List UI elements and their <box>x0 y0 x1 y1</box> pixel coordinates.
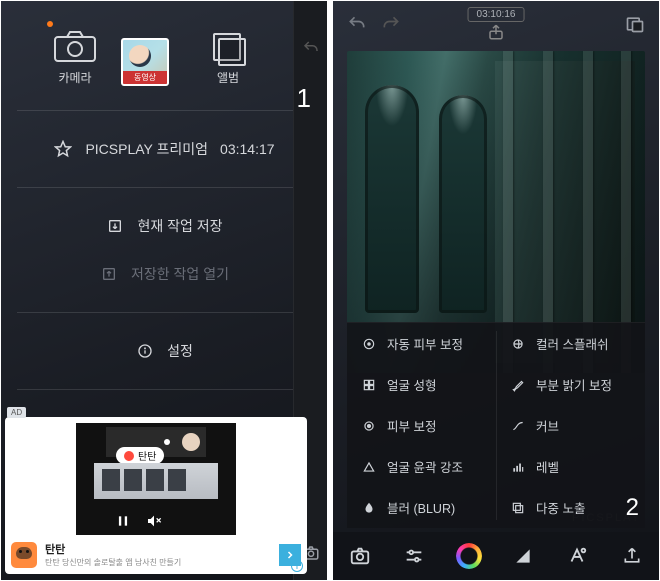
screen-editor: 03:10:16 PICSPLAY 자동 피부 보정 컬러 스플래쉬 얼굴 성형 <box>332 0 660 581</box>
ad-card[interactable]: AD 탄탄 탄탄 탄탄 당신만의 솔로탈출 앱 남사친 만들기 i <box>5 417 307 574</box>
curve-icon <box>510 418 526 434</box>
tool-label: 커브 <box>536 416 559 435</box>
tool-multi-exposure[interactable]: 다중 노출 <box>496 487 645 528</box>
info-icon <box>135 341 155 361</box>
open-work-label: 저장한 작업 열기 <box>131 264 229 284</box>
triangle-icon <box>361 459 377 475</box>
tool-blur[interactable]: 블러 (BLUR) <box>347 487 496 528</box>
tool-label: 레벨 <box>536 457 559 476</box>
share-icon[interactable] <box>487 23 505 41</box>
camera-icon <box>53 29 97 63</box>
bottom-color-ring-icon[interactable] <box>455 542 483 570</box>
tool-label: 부분 밝기 보정 <box>536 375 612 394</box>
bottom-camera-icon[interactable] <box>346 542 374 570</box>
settings-row[interactable]: 설정 <box>1 327 327 375</box>
tool-label: 얼굴 윤곽 강조 <box>387 457 463 476</box>
ad-app-icon <box>11 542 37 568</box>
premium-row[interactable]: PICSPLAY 프리미엄 03:14:17 <box>1 125 327 173</box>
tool-label: 다중 노출 <box>536 498 585 517</box>
annotation-2: 2 <box>626 494 639 522</box>
camera-label: 카메라 <box>47 69 103 86</box>
tool-label: 피부 보정 <box>387 416 436 435</box>
screen-menu: 카메라 동영상 앨범 1 PICSPLAY 프리미엄 03:14:17 현재 작… <box>0 0 328 581</box>
save-work-label: 현재 작업 저장 <box>137 216 222 236</box>
annotation-1: 1 <box>297 83 311 114</box>
divider <box>17 389 311 390</box>
ad-title: 탄탄 <box>45 541 271 557</box>
editor-topbar: 03:10:16 <box>333 1 659 47</box>
camera-button[interactable]: 카메라 <box>47 29 103 86</box>
tool-label: 블러 (BLUR) <box>387 498 455 517</box>
tool-local-brightness[interactable]: 부분 밝기 보정 <box>496 364 645 405</box>
tool-levels[interactable]: 레벨 <box>496 446 645 487</box>
open-work-row: 저장한 작업 열기 <box>1 250 327 298</box>
ad-subtitle: 탄탄 당신만의 솔로탈출 앱 남사친 만들기 <box>45 557 271 568</box>
tools-panel: 자동 피부 보정 컬러 스플래쉬 얼굴 성형 부분 밝기 보정 피부 보정 커브… <box>347 322 645 528</box>
divider <box>17 312 311 313</box>
bottom-adjust-icon[interactable] <box>400 542 428 570</box>
divider <box>17 110 311 111</box>
redo-icon[interactable] <box>381 14 401 34</box>
open-upload-icon <box>99 264 119 284</box>
bottom-text-icon[interactable] <box>563 542 591 570</box>
tool-label: 얼굴 성형 <box>387 375 436 394</box>
premium-label: PICSPLAY 프리미엄 <box>85 139 208 159</box>
drop-icon <box>361 500 377 516</box>
save-work-row[interactable]: 현재 작업 저장 <box>1 202 327 250</box>
tool-color-splash[interactable]: 컬러 스플래쉬 <box>496 323 645 364</box>
save-download-icon <box>105 216 125 236</box>
bottom-export-icon[interactable] <box>618 542 646 570</box>
tool-skin-correct[interactable]: 피부 보정 <box>347 405 496 446</box>
undo-icon[interactable] <box>347 14 367 34</box>
settings-label: 설정 <box>167 341 193 361</box>
ad-media: 탄탄 <box>76 423 236 535</box>
album-label: 앨범 <box>213 69 243 86</box>
session-time: 03:10:16 <box>468 7 525 22</box>
target-icon <box>361 336 377 352</box>
tool-face-contour[interactable]: 얼굴 윤곽 강조 <box>347 446 496 487</box>
ad-video-controls <box>116 513 162 529</box>
notification-dot-icon <box>47 21 53 27</box>
star-icon <box>53 139 73 159</box>
divider <box>17 187 311 188</box>
tool-label: 컬러 스플래쉬 <box>536 334 608 353</box>
undo-icon <box>302 39 320 57</box>
album-icon <box>213 33 243 63</box>
tool-auto-skin[interactable]: 자동 피부 보정 <box>347 323 496 364</box>
levels-icon <box>510 459 526 475</box>
dot-ring-icon <box>361 418 377 434</box>
compare-icon[interactable] <box>625 14 645 34</box>
thumbnail-badge: 동영상 <box>123 71 167 84</box>
ad-info-icon[interactable]: i <box>291 560 303 572</box>
recent-thumbnail[interactable]: 동영상 <box>121 38 169 86</box>
bottom-crop-icon[interactable] <box>509 542 537 570</box>
album-button[interactable]: 앨범 <box>213 33 243 86</box>
brush-icon <box>510 377 526 393</box>
premium-time: 03:14:17 <box>220 141 275 157</box>
ad-chip: AD <box>7 407 26 418</box>
tool-curves[interactable]: 커브 <box>496 405 645 446</box>
ad-pill: 탄탄 <box>116 447 164 464</box>
tool-face-shape[interactable]: 얼굴 성형 <box>347 364 496 405</box>
bottom-toolbar <box>333 532 659 580</box>
splash-icon <box>510 336 526 352</box>
grid-icon <box>361 377 377 393</box>
tool-label: 자동 피부 보정 <box>387 334 463 353</box>
layers-icon <box>510 500 526 516</box>
